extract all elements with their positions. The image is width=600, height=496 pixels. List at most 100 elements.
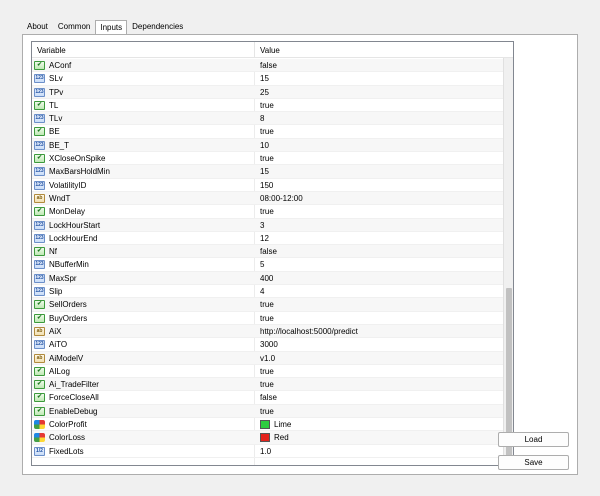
variable-value[interactable]: 4: [260, 287, 264, 296]
variable-value[interactable]: 150: [260, 181, 273, 190]
variable-name: ColorProfit: [49, 420, 87, 430]
value-text: 4: [260, 287, 265, 297]
value-text: true: [260, 100, 274, 110]
variable-value[interactable]: 1.0: [260, 447, 271, 456]
table-row[interactable]: 123 BE_T 10: [32, 138, 504, 153]
table-row[interactable]: ✔ TL true: [32, 99, 504, 113]
variable-name: BE: [49, 127, 60, 137]
bool-type-icon: ✔: [34, 393, 45, 403]
variable-name: BuyOrders: [49, 313, 88, 323]
value-text: 400: [260, 273, 274, 283]
table-row[interactable]: ✔ Ai_TradeFilter true: [32, 378, 504, 392]
variable-value[interactable]: true: [260, 101, 274, 110]
table-row[interactable]: ✔ Nf false: [32, 245, 504, 259]
table-row[interactable]: ✔ SellOrders true: [32, 298, 504, 312]
value-text: false: [260, 61, 277, 70]
variable-value[interactable]: 8: [260, 114, 264, 123]
variable-value[interactable]: true: [260, 127, 274, 136]
value-text: 3: [260, 220, 265, 230]
tab-about[interactable]: About: [22, 19, 53, 34]
table-row[interactable]: 123 SLv 15: [32, 72, 504, 86]
value-text: false: [260, 393, 277, 403]
table-row[interactable]: ✔ MonDelay true: [32, 205, 504, 219]
table-row[interactable]: 123 MaxSpr 400: [32, 271, 504, 286]
table-row[interactable]: ab WndT 08:00-12:00: [32, 191, 504, 206]
vertical-scrollbar[interactable]: [503, 58, 513, 465]
variable-value[interactable]: true: [260, 207, 274, 216]
table-row[interactable]: 123 TPv 25: [32, 85, 504, 99]
variable-value[interactable]: true: [260, 407, 274, 416]
table-row[interactable]: ✔ XCloseOnSpike true: [32, 152, 504, 166]
variable-value[interactable]: false: [260, 247, 277, 256]
table-row[interactable]: 123 NBufferMin 5: [32, 258, 504, 272]
table-row[interactable]: ColorProfit Lime: [32, 418, 504, 432]
value-text: Lime: [274, 420, 292, 430]
variable-value[interactable]: 5: [260, 260, 264, 269]
value-text: 15: [260, 74, 269, 84]
variable-value[interactable]: 10: [260, 141, 269, 150]
table-row[interactable]: 123 Slip 4: [32, 285, 504, 299]
tab-inputs[interactable]: Inputs: [95, 20, 128, 35]
integer-type-icon: 123: [34, 287, 45, 297]
variable-value[interactable]: 12: [260, 234, 269, 243]
table-row[interactable]: ab AiX http://localhost:5000/predict: [32, 324, 504, 339]
table-row[interactable]: 1/2 FixedLots 1.0: [32, 445, 504, 458]
value-text: true: [260, 300, 274, 310]
variable-value[interactable]: Lime: [260, 420, 292, 430]
variable-name: MaxBarsHoldMin: [49, 167, 110, 177]
table-row[interactable]: ✔ BuyOrders true: [32, 312, 504, 325]
table-row[interactable]: ✔ BE true: [32, 125, 504, 139]
save-button[interactable]: Save: [498, 455, 569, 470]
variable-value[interactable]: true: [260, 380, 274, 389]
value-text: 25: [260, 87, 269, 97]
table-row[interactable]: ✔ EnableDebug true: [32, 404, 504, 419]
table-row[interactable]: 123 TLv 8: [32, 112, 504, 126]
variable-value[interactable]: true: [260, 314, 274, 323]
value-text: 08:00-12:00: [260, 193, 303, 203]
table-row[interactable]: ✔ ForceCloseAll false: [32, 391, 504, 405]
tab-dependencies[interactable]: Dependencies: [127, 19, 188, 34]
value-text: http://localhost:5000/predict: [260, 326, 358, 336]
load-button[interactable]: Load: [498, 432, 569, 447]
table-row[interactable]: ColorLoss Red: [32, 431, 504, 445]
variable-value[interactable]: false: [260, 393, 277, 402]
grid-rows: ✔ AConf false 123 SLv 15 123 TPv 25 ✔ TL true 123 TLv…: [32, 59, 504, 458]
column-header-variable[interactable]: Variable: [37, 46, 66, 55]
integer-type-icon: 123: [34, 87, 45, 97]
variable-value[interactable]: 3000: [260, 340, 278, 349]
table-row[interactable]: ab AiModelV v1.0: [32, 351, 504, 365]
tab-common[interactable]: Common: [53, 19, 95, 34]
value-text: 15: [260, 167, 269, 177]
variable-value[interactable]: true: [260, 367, 274, 376]
variable-value[interactable]: 08:00-12:00: [260, 194, 303, 203]
table-row[interactable]: 123 MaxBarsHoldMin 15: [32, 165, 504, 179]
value-text: true: [260, 127, 274, 137]
value-text: 5: [260, 260, 265, 270]
integer-type-icon: 123: [34, 233, 45, 243]
variable-value[interactable]: 400: [260, 274, 273, 283]
variable-value[interactable]: Red: [260, 433, 289, 443]
variable-value[interactable]: true: [260, 154, 274, 163]
value-text: 150: [260, 180, 274, 190]
variable-value[interactable]: 25: [260, 88, 269, 97]
table-row[interactable]: ✔ AConf false: [32, 59, 504, 73]
variable-name: NBufferMin: [49, 260, 89, 270]
value-text: true: [260, 366, 274, 376]
variable-value[interactable]: 15: [260, 167, 269, 176]
variable-value[interactable]: 3: [260, 221, 264, 230]
table-row[interactable]: 123 AiTO 3000: [32, 338, 504, 352]
table-row[interactable]: ✔ AILog true: [32, 365, 504, 379]
variable-value[interactable]: http://localhost:5000/predict: [260, 327, 358, 336]
column-divider[interactable]: [254, 42, 255, 58]
table-row[interactable]: 123 VolatilityID 150: [32, 179, 504, 192]
bool-type-icon: ✔: [34, 154, 45, 164]
variable-value[interactable]: 15: [260, 74, 269, 83]
variable-value[interactable]: true: [260, 300, 274, 309]
table-row[interactable]: 123 LockHourEnd 12: [32, 232, 504, 246]
bool-type-icon: ✔: [34, 366, 45, 376]
variable-value[interactable]: false: [260, 61, 277, 70]
column-header-value[interactable]: Value: [260, 46, 280, 55]
integer-type-icon: 123: [34, 140, 45, 150]
table-row[interactable]: 123 LockHourStart 3: [32, 218, 504, 232]
variable-value[interactable]: v1.0: [260, 354, 275, 363]
